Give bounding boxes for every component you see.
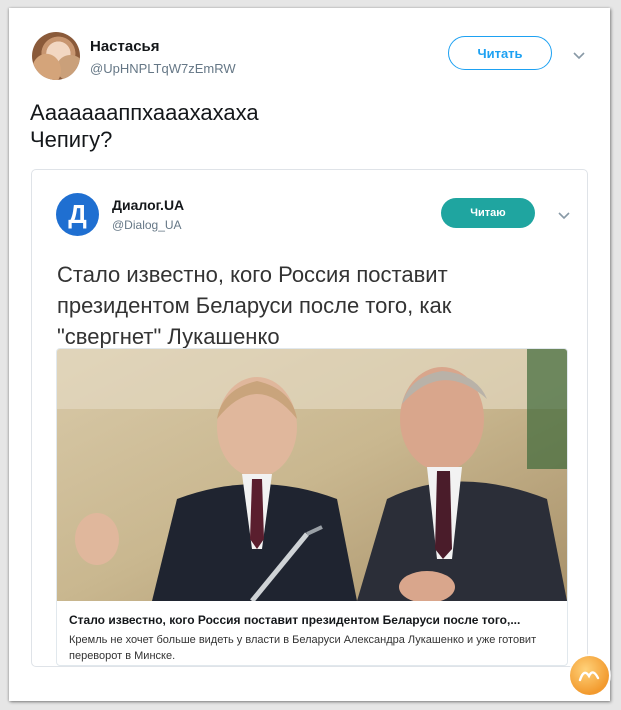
headline-line: Стало известно, кого Россия поставит xyxy=(57,262,448,287)
follow-button[interactable]: Читать xyxy=(448,36,552,70)
author-avatar[interactable] xyxy=(32,32,80,80)
author-handle[interactable]: @UpHNPLTqW7zEmRW xyxy=(90,61,236,76)
quoted-author-name[interactable]: Диалог.UA xyxy=(112,197,184,213)
card-title[interactable]: Стало известно, кого Россия поставит пре… xyxy=(69,613,559,627)
quoted-author-handle[interactable]: @Dialog_UA xyxy=(112,218,182,232)
chevron-down-icon[interactable] xyxy=(557,208,571,222)
tweet-text: Аааааааппхааахахаха Чепигу? xyxy=(30,99,590,153)
quoted-avatar[interactable]: Д xyxy=(56,193,99,236)
quoted-tweet[interactable]: Д Диалог.UA @Dialog_UA Читаю Стало извес… xyxy=(31,169,588,667)
tweet-text-line: Аааааааппхааахахаха xyxy=(30,100,259,125)
tweet-text-line: Чепигу? xyxy=(30,127,113,152)
logo-badge-icon xyxy=(578,671,600,682)
quoted-headline: Стало известно, кого Россия поставит пре… xyxy=(57,259,567,352)
tweet-card: Настасья @UpHNPLTqW7zEmRW Читать Ааааааа… xyxy=(9,8,610,701)
card-photo[interactable] xyxy=(57,349,567,601)
headline-line: президентом Беларуси после того, как xyxy=(57,293,452,318)
card-description: Кремль не хочет больше видеть у власти в… xyxy=(69,634,537,662)
link-card[interactable]: Стало известно, кого Россия поставит пре… xyxy=(56,348,568,666)
quoted-following-button[interactable]: Читаю xyxy=(441,198,535,228)
chevron-down-icon[interactable] xyxy=(572,48,586,62)
watermark-logo xyxy=(570,656,609,695)
author-name[interactable]: Настасья xyxy=(90,38,160,55)
